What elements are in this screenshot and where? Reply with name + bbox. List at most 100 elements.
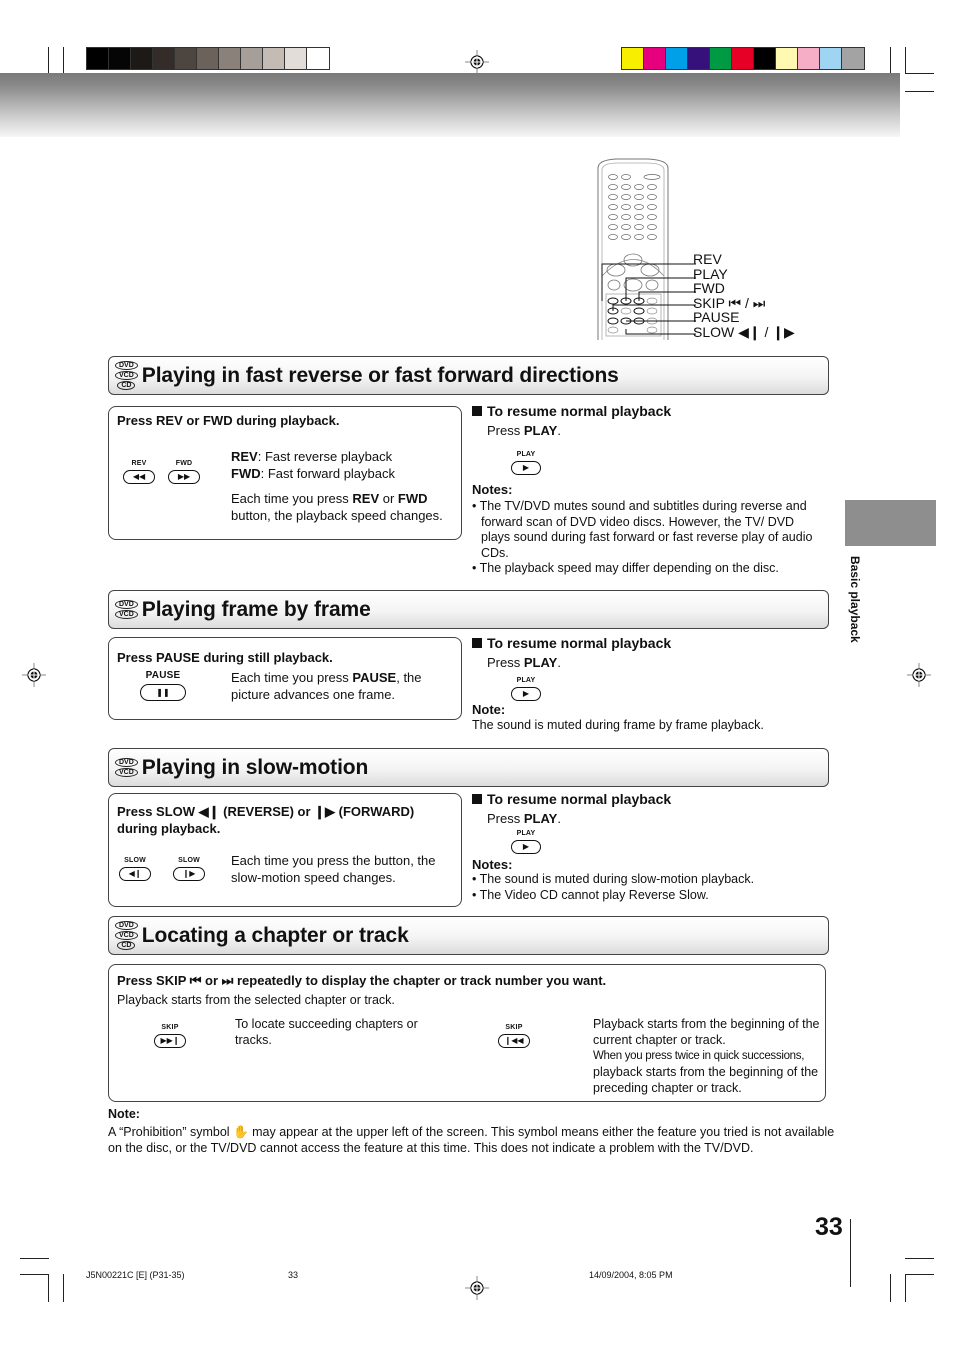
resume-block-frame: To resume normal playback Press PLAY. PL… <box>472 635 817 733</box>
section-title: Locating a chapter or track <box>141 923 409 947</box>
skip-previous-button[interactable]: SKIP ❙◀◀ <box>498 1023 530 1048</box>
play-button-label: PLAY <box>516 451 536 458</box>
note-heading: Note: <box>108 1107 140 1121</box>
chapter-tab <box>845 500 936 546</box>
resume-block-fast-scan: To resume normal playback Press PLAY. PL… <box>472 403 817 577</box>
square-bullet-icon <box>472 794 482 804</box>
slow-forward-button[interactable]: SLOW ❙▶ <box>173 856 205 881</box>
dvd-disc-icon: DVD <box>115 920 138 930</box>
color-swatch <box>263 48 285 69</box>
play-icon: ▶ <box>511 840 541 854</box>
remote-control-illustration <box>597 158 696 340</box>
color-swatch <box>622 48 644 69</box>
remote-label-skip: SKIP ⏮ / ⏭ <box>693 294 766 311</box>
color-swatch <box>666 48 688 69</box>
color-swatch <box>175 48 197 69</box>
color-swatch <box>109 48 131 69</box>
color-swatch <box>688 48 710 69</box>
rev-button[interactable]: REV ◀◀ <box>123 459 155 484</box>
slow-reverse-button[interactable]: SLOW ◀❙ <box>119 856 151 881</box>
notes-heading: Notes: <box>472 857 513 872</box>
crop-mark <box>905 1258 934 1259</box>
skip-previous-icon: ❙◀◀ <box>498 1034 530 1048</box>
rev-description: : Fast reverse playback <box>257 449 393 464</box>
slug-job: J5N00221C [E] (P31-35) <box>86 1270 185 1280</box>
disc-compatibility-icons: DVD VCD CD <box>115 920 138 951</box>
remote-button-labels: REV PLAY FWD SKIP ⏮ / ⏭ PAUSE SLOW ◀❙ / … <box>693 252 795 340</box>
color-swatch <box>820 48 842 69</box>
skip-button-label: SKIP <box>161 1024 179 1031</box>
step-heading: Press REV or FWD during playback. <box>117 413 340 428</box>
crop-mark <box>905 47 906 74</box>
fwd-description: : Fast forward playback <box>260 466 395 481</box>
fwd-term: FWD <box>231 466 261 481</box>
crop-mark <box>63 1274 64 1302</box>
color-swatch <box>798 48 820 69</box>
note-item: • The Video CD cannot play Reverse Slow. <box>472 887 709 902</box>
press-play-text: Press PLAY. <box>487 655 561 670</box>
rewind-icon: ◀◀ <box>123 470 155 484</box>
color-swatch <box>307 48 329 69</box>
color-swatch <box>644 48 666 69</box>
square-bullet-icon <box>472 638 482 648</box>
slow-button-label: SLOW <box>124 857 146 864</box>
skip-button-label: SKIP <box>505 1024 523 1031</box>
crop-mark <box>905 73 934 74</box>
color-swatch <box>754 48 776 69</box>
color-swatch <box>776 48 798 69</box>
color-swatch <box>197 48 219 69</box>
play-button[interactable]: PLAY ▶ <box>510 676 542 701</box>
skip-next-icon: ▶▶❙ <box>154 1034 186 1048</box>
play-icon: ▶ <box>511 687 541 701</box>
remote-label-slow: SLOW ◀❙ / ❙▶ <box>693 323 795 340</box>
square-bullet-icon <box>472 406 482 416</box>
cd-disc-icon: CD <box>117 940 136 950</box>
fast-forward-icon: ▶▶ <box>168 470 200 484</box>
page-number-rule <box>850 1219 851 1287</box>
note-text: A “Prohibition” symbol ✋ may appear at t… <box>108 1125 835 1155</box>
section-header-fast-scan: DVD VCD CD Playing in fast reverse or fa… <box>108 356 829 395</box>
play-button[interactable]: PLAY ▶ <box>510 829 542 854</box>
header-gradient-band <box>0 73 900 137</box>
play-button[interactable]: PLAY ▶ <box>510 450 542 475</box>
disc-compatibility-icons: DVD VCD CD <box>115 360 138 391</box>
color-swatch <box>710 48 732 69</box>
color-swatch <box>153 48 175 69</box>
step-heading: Press SKIP ⏮ or ⏭ repeatedly to display … <box>117 973 607 988</box>
resume-heading: To resume normal playback <box>472 403 817 419</box>
crop-mark <box>48 1274 49 1302</box>
color-swatch <box>732 48 754 69</box>
slow-description: Each time you press the button, the slow… <box>231 853 436 885</box>
section-header-slow-motion: DVD VCD Playing in slow-motion <box>108 748 829 787</box>
vcd-disc-icon: VCD <box>115 609 138 619</box>
vcd-disc-icon: VCD <box>115 370 138 380</box>
chapter-tab-label: Basic playback <box>848 556 862 643</box>
note-item: The sound is muted during frame by frame… <box>472 718 764 732</box>
color-swatch <box>219 48 241 69</box>
slow-button-label: SLOW <box>178 857 200 864</box>
registration-mark-icon <box>22 663 46 687</box>
remote-label-play: PLAY <box>693 265 728 282</box>
fwd-button[interactable]: FWD ▶▶ <box>168 459 200 484</box>
step-box-frame-by-frame: Press PAUSE during still playback. PAUSE… <box>108 637 462 720</box>
remote-label-fwd: FWD <box>693 280 725 297</box>
cd-disc-icon: CD <box>117 380 136 390</box>
prohibition-note: Note: A “Prohibition” symbol ✋ may appea… <box>108 1107 838 1156</box>
speed-change-text: Each time you press REV or FWD button, t… <box>231 491 443 523</box>
remote-label-rev: REV <box>693 251 722 267</box>
crop-mark <box>905 1274 906 1302</box>
button-descriptions: REV: Fast reverse playback FWD: Fast for… <box>231 448 461 524</box>
crop-mark <box>905 1274 934 1275</box>
slug-date: 14/09/2004, 8:05 PM <box>589 1270 673 1280</box>
section-title: Playing in fast reverse or fast forward … <box>141 363 619 387</box>
crop-mark <box>63 47 64 74</box>
dvd-disc-icon: DVD <box>115 360 138 370</box>
step-subheading: Playback starts from the selected chapte… <box>117 993 395 1007</box>
dvd-disc-icon: DVD <box>115 599 138 609</box>
remote-label-pause: PAUSE <box>693 309 740 326</box>
skip-next-button[interactable]: SKIP ▶▶❙ <box>154 1023 186 1048</box>
step-box-skip: Press SKIP ⏮ or ⏭ repeatedly to display … <box>108 964 826 1102</box>
pause-button[interactable]: PAUSE ❚❚ <box>140 670 186 701</box>
crop-mark <box>905 91 934 92</box>
notes-heading: Notes: <box>472 482 513 497</box>
